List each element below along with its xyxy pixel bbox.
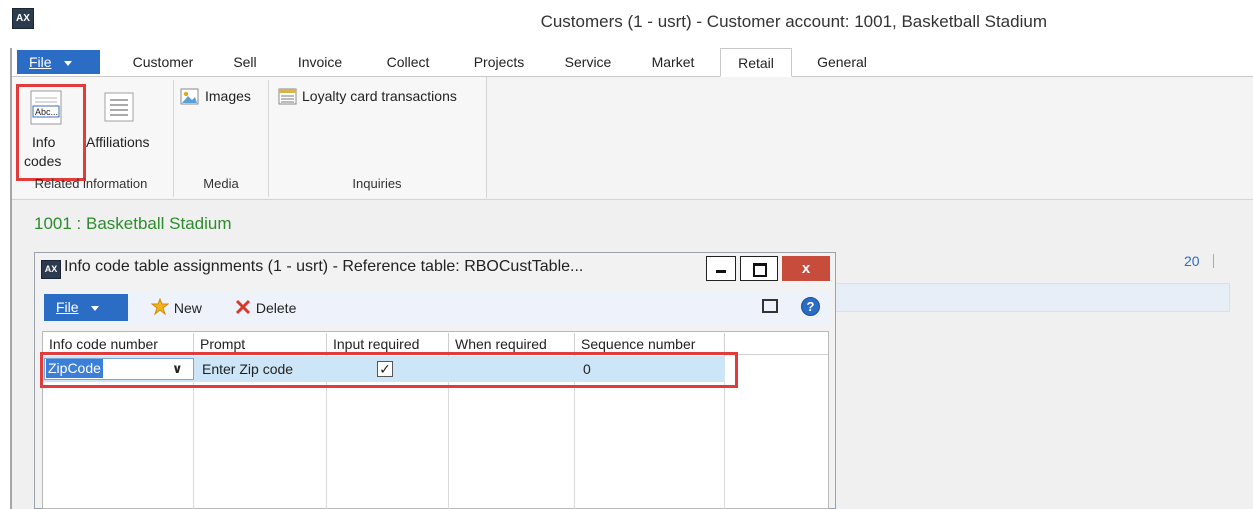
app-icon[interactable]: AX [12,8,34,29]
tab-market[interactable]: Market [640,48,706,76]
tab-sell[interactable]: Sell [222,48,268,76]
minimize-icon [716,270,726,273]
tab-general[interactable]: General [806,48,878,76]
highlight-box [40,352,738,388]
highlight-box [16,84,86,181]
side-count: 20 [1184,253,1200,269]
close-button[interactable]: x [782,256,830,281]
tab-service[interactable]: Service [554,48,622,76]
dialog-title: Info code table assignments (1 - usrt) -… [64,258,584,275]
tab-customer[interactable]: Customer [118,48,208,76]
new-icon [150,297,170,316]
dialog-file-menu[interactable]: File [44,294,128,321]
window-left-edge [0,48,12,509]
group-divider [268,80,269,197]
affiliations-button[interactable]: Affiliations [86,86,166,156]
group-label-media: Media [203,176,239,191]
close-icon: x [801,260,811,277]
tab-retail[interactable]: Retail [720,48,792,77]
minimize-button[interactable] [706,256,736,281]
tab-projects[interactable]: Projects [462,48,536,76]
delete-button[interactable]: Delete [234,298,296,316]
new-label: New [173,300,202,316]
maximize-icon [753,263,767,277]
file-menu-button[interactable]: File [17,50,100,74]
chevron-down-icon [63,60,72,66]
table-report-icon [278,88,297,105]
column-header-blank [725,333,828,355]
help-icon[interactable]: ? [801,297,820,316]
background-grid-header [832,283,1230,312]
group-label-inquiries: Inquiries [352,176,402,191]
images-icon [180,88,199,105]
tab-collect[interactable]: Collect [373,48,443,76]
loyalty-card-transactions-label: Loyalty card transactions [302,88,457,104]
delete-label: Delete [255,300,297,316]
chevron-down-icon [90,305,99,311]
group-label-related-information: Related information [34,176,148,191]
loyalty-card-transactions-button[interactable]: Loyalty card transactions [278,86,482,108]
page-title: 1001 : Basketball Stadium [34,214,232,233]
new-button[interactable]: New [150,297,202,316]
list-icon [104,92,134,122]
layout-toggle-icon[interactable] [762,299,778,313]
images-label: Images [205,88,251,104]
window-title: Customers (1 - usrt) - Customer account:… [540,12,1047,31]
delete-icon [235,299,251,315]
dialog-file-label: File [56,299,79,315]
maximize-button[interactable] [740,256,778,281]
group-divider [173,80,174,197]
dialog-app-icon: AX [41,260,61,279]
tab-invoice[interactable]: Invoice [285,48,355,76]
images-button[interactable]: Images [180,86,264,108]
affiliations-label: Affiliations [86,134,150,150]
divider [1213,254,1214,268]
file-menu-label: File [29,54,52,70]
